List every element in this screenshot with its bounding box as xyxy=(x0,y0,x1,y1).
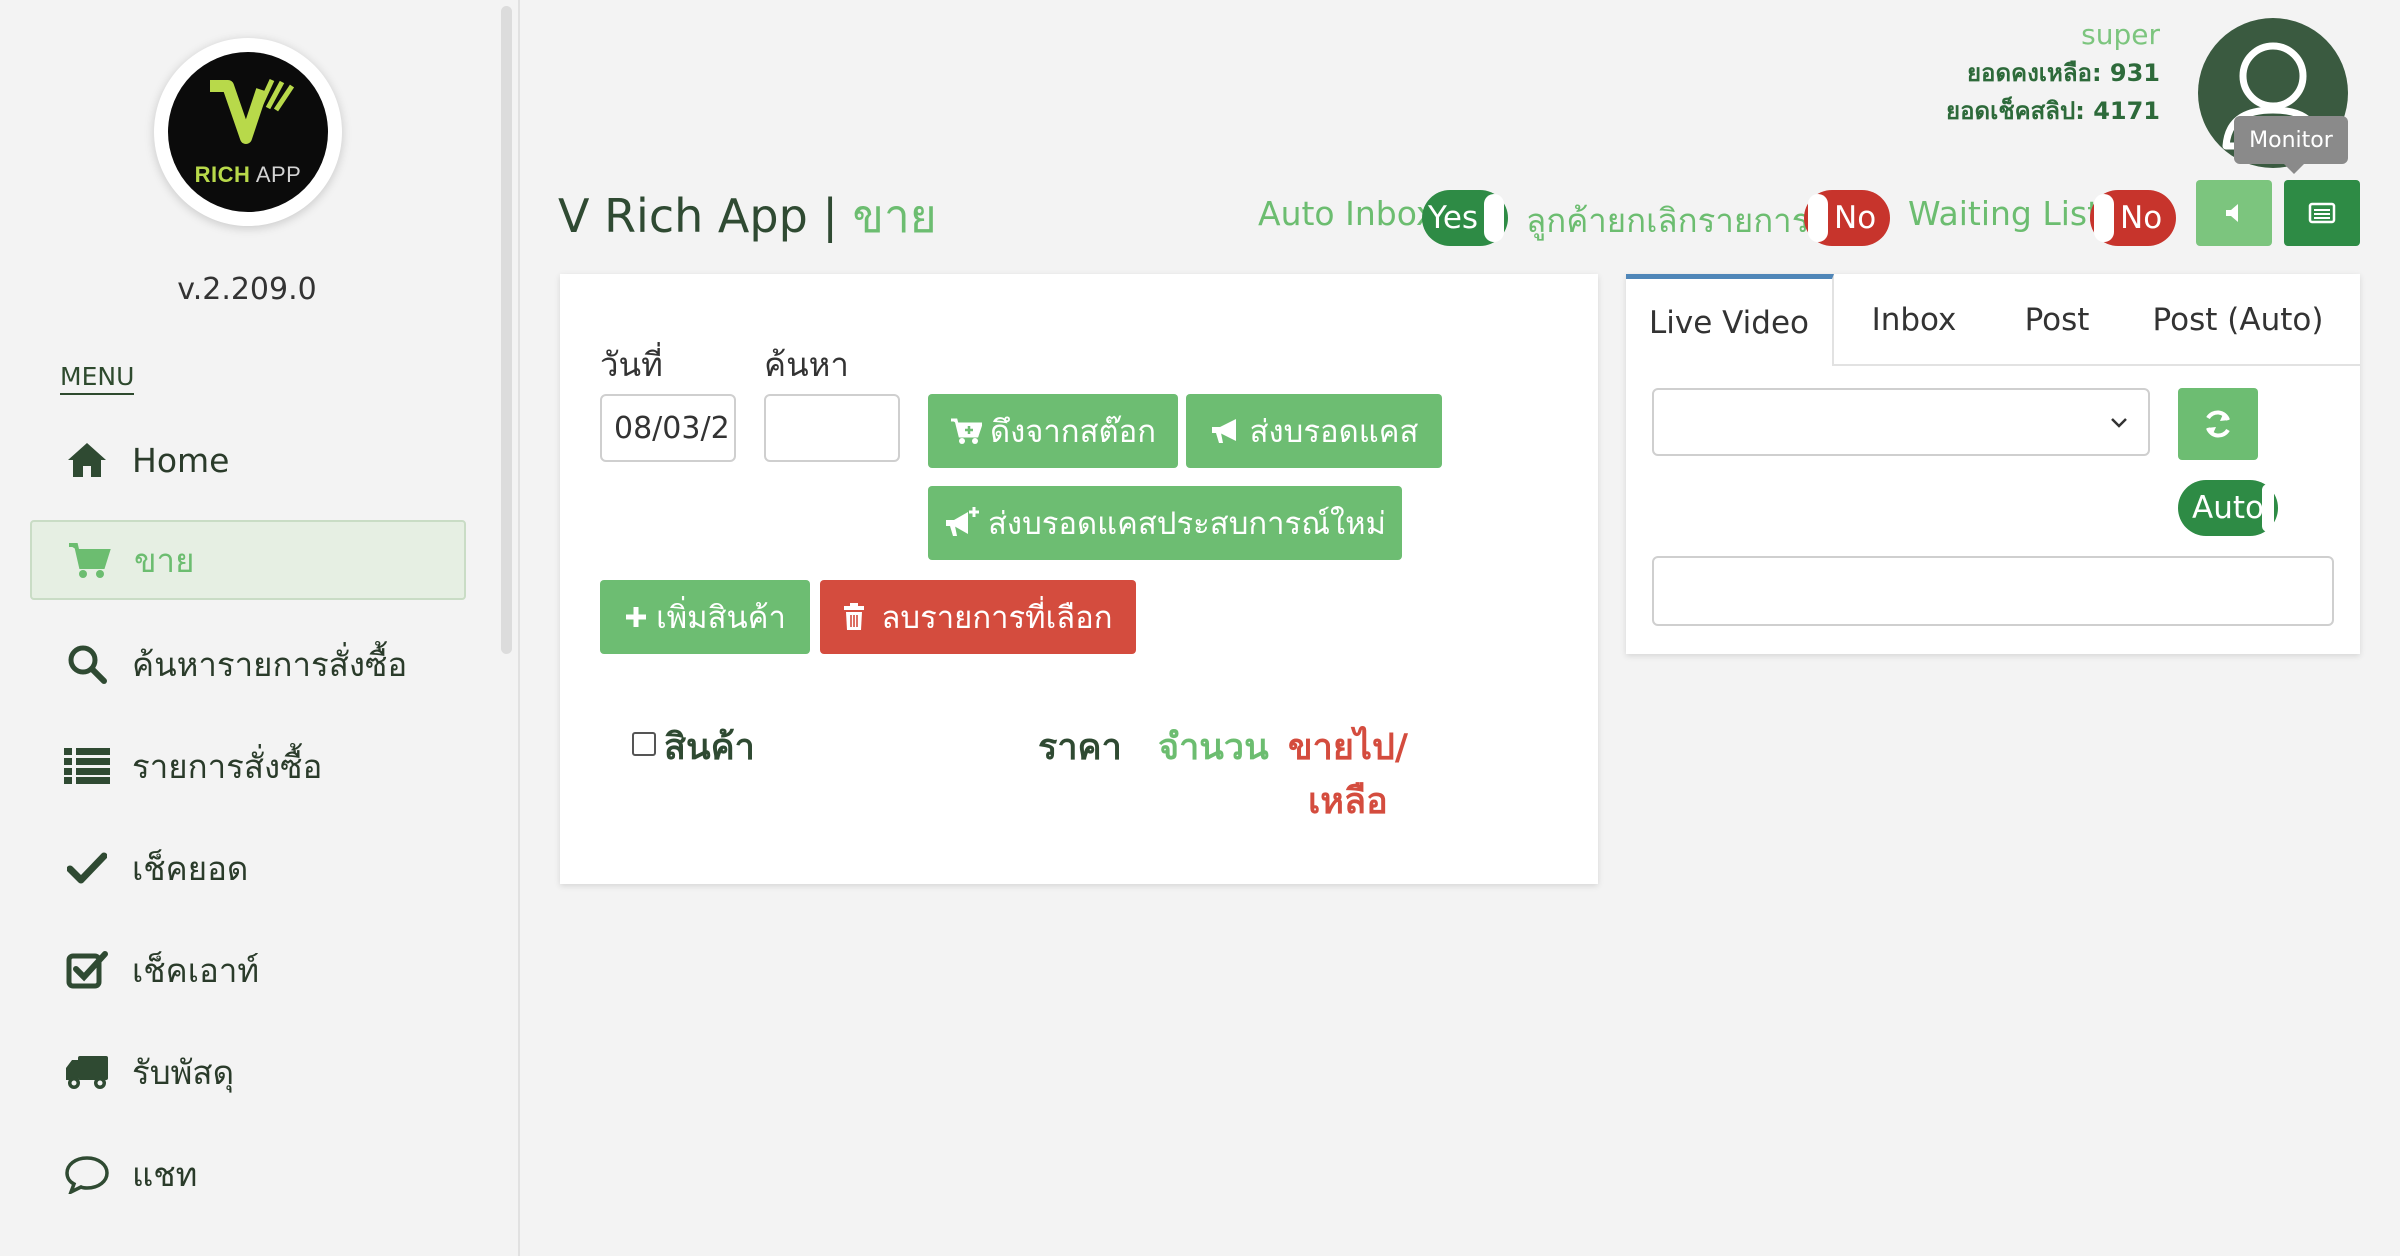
monitor-button[interactable] xyxy=(2284,180,2360,246)
tab-post[interactable]: Post xyxy=(1990,274,2124,366)
page-title: V Rich App | ขาย xyxy=(558,180,937,253)
broadcast-new-label: ส่งบรอดแคสประสบการณ์ใหม่ xyxy=(988,506,1386,542)
live-video-select[interactable] xyxy=(1652,388,2150,456)
sidebar-item-chat[interactable]: แชท xyxy=(30,1134,466,1214)
sidebar-item-label: เช็คยอด xyxy=(132,848,249,888)
speaker-icon xyxy=(2226,204,2238,222)
tab-label: Post (Auto) xyxy=(2152,302,2324,338)
balance-text: ยอดคงเหลือ: 931 xyxy=(1966,59,2160,87)
tab-label: Post xyxy=(2024,302,2090,338)
waiting-list-toggle[interactable]: No xyxy=(2090,190,2176,246)
sidebar-item-search-orders[interactable]: ค้นหารายการสั่งซื้อ xyxy=(30,624,466,704)
page-title-sub: ขาย xyxy=(852,189,937,243)
sidebar-item-parcel[interactable]: รับพัสดุ xyxy=(30,1032,466,1112)
logo-word: RICH xyxy=(194,162,251,187)
tab-post-auto[interactable]: Post (Auto) xyxy=(2136,274,2340,366)
customer-cancel-toggle[interactable]: No xyxy=(1804,190,1890,246)
add-product-button[interactable]: เพิ่มสินค้า xyxy=(600,580,810,654)
broadcast-button[interactable]: ส่งบรอดแคส xyxy=(1186,394,1442,468)
broadcast-label: ส่งบรอดแคส xyxy=(1249,414,1419,450)
slip-count-text: ยอดเช็คสลิป: 4171 xyxy=(1946,97,2160,125)
refresh-button[interactable] xyxy=(2178,388,2258,460)
sold-column-header-line2: เหลือ xyxy=(1308,781,1388,822)
sidebar-item-checkout[interactable]: เช็คเอาท์ xyxy=(30,930,466,1010)
v-logo-icon xyxy=(210,78,295,144)
pull-stock-label: ดึงจากสต๊อก xyxy=(989,414,1157,450)
bullhorn-icon xyxy=(1210,417,1242,445)
toggle-state: No xyxy=(2120,200,2163,236)
tab-label: Inbox xyxy=(1871,302,1957,338)
sound-button[interactable] xyxy=(2196,180,2272,246)
sidebar-item-label: แชท xyxy=(132,1154,198,1194)
app-version: v.2.209.0 xyxy=(177,272,317,307)
sidebar-item-orders[interactable]: รายการสั่งซื้อ xyxy=(30,726,466,806)
live-text-input[interactable] xyxy=(1652,556,2334,626)
quantity-column-header: จำนวน xyxy=(1158,727,1269,768)
delete-selected-label: ลบรายการที่เลือก xyxy=(881,600,1113,636)
check-icon xyxy=(62,848,112,888)
auto-inbox-toggle[interactable]: Yes xyxy=(1422,190,1508,246)
sidebar-scrollbar[interactable] xyxy=(501,6,512,654)
sidebar-item-home[interactable]: Home xyxy=(30,420,466,500)
app-logo: RICH APP xyxy=(154,38,342,226)
trash-icon xyxy=(843,603,865,631)
tab-inbox[interactable]: Inbox xyxy=(1846,274,1982,366)
page-title-main: V Rich App | xyxy=(558,189,838,243)
cart-plus-icon xyxy=(950,417,982,445)
home-icon xyxy=(62,440,112,480)
menu-label: MENU xyxy=(60,362,135,395)
search-input[interactable] xyxy=(764,394,900,462)
date-input[interactable]: 08/03/2 xyxy=(600,394,736,462)
sidebar-item-label: รับพัสดุ xyxy=(132,1052,234,1092)
tab-live-video[interactable]: Live Video xyxy=(1626,274,1834,366)
monitor-tooltip: Monitor xyxy=(2234,116,2348,174)
sidebar-item-label: รายการสั่งซื้อ xyxy=(132,746,323,786)
auto-toggle-label: Auto xyxy=(2192,490,2264,526)
pull-stock-button[interactable]: ดึงจากสต๊อก xyxy=(928,394,1178,468)
add-product-label: เพิ่มสินค้า xyxy=(656,600,786,636)
toggle-state: Yes xyxy=(1428,200,1479,236)
search-icon xyxy=(62,644,112,684)
cart-icon xyxy=(64,540,114,580)
sidebar-item-label: เช็คเอาท์ xyxy=(132,950,260,990)
truck-icon xyxy=(62,1052,112,1092)
date-label: วันที่ xyxy=(600,345,663,384)
refresh-icon xyxy=(2206,410,2230,438)
plus-icon xyxy=(624,605,648,629)
auto-toggle[interactable]: Auto xyxy=(2178,480,2278,536)
product-column-header: สินค้า xyxy=(664,727,755,768)
toggle-state: No xyxy=(1834,200,1877,236)
sidebar-item-label: Home xyxy=(132,440,230,480)
sidebar-item-label: ขาย xyxy=(134,540,195,580)
sale-panel xyxy=(560,274,1598,884)
sidebar-item-sale[interactable]: ขาย xyxy=(30,520,466,600)
chat-icon xyxy=(62,1154,112,1194)
monitor-icon xyxy=(2308,202,2336,224)
checkbox-icon xyxy=(62,950,112,990)
sold-column-header-line1: ขายไป/ xyxy=(1288,727,1409,768)
user-info: super ยอดคงเหลือ: 931 ยอดเช็คสลิป: 4171 xyxy=(1946,16,2160,130)
waiting-list-label: Waiting List xyxy=(1908,194,2101,233)
user-name: super xyxy=(2081,18,2160,51)
broadcast-new-button[interactable]: ส่งบรอดแคสประสบการณ์ใหม่ xyxy=(928,486,1402,560)
list-icon xyxy=(62,746,112,786)
logo-app: APP xyxy=(255,162,302,187)
price-column-header: ราคา xyxy=(1038,727,1122,768)
select-all-checkbox[interactable] xyxy=(632,732,656,756)
tab-label: Live Video xyxy=(1648,304,1809,341)
bullhorn-plus-icon xyxy=(944,506,980,540)
delete-selected-button[interactable]: ลบรายการที่เลือก xyxy=(820,580,1136,654)
auto-inbox-label: Auto Inbox xyxy=(1258,194,1436,233)
sidebar-item-check-balance[interactable]: เช็คยอด xyxy=(30,828,466,908)
chevron-down-icon xyxy=(2110,414,2128,433)
search-label: ค้นหา xyxy=(764,345,849,384)
sidebar-item-label: ค้นหารายการสั่งซื้อ xyxy=(132,644,408,684)
customer-cancel-label: ลูกค้ายกเลิกรายการ xyxy=(1526,201,1810,240)
sidebar: RICH APP v.2.209.0 MENU Home ขาย ค้นหารา… xyxy=(0,0,520,1256)
